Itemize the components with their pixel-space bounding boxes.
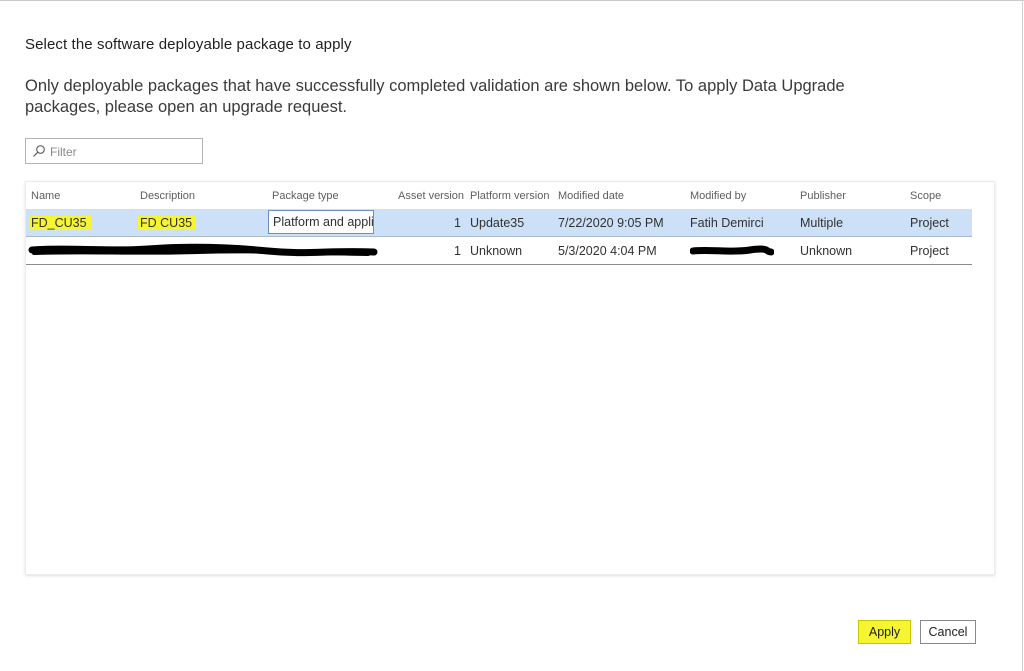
cell-publisher: Multiple (800, 216, 844, 230)
table-row[interactable]: FD_CU35 FD CU35 Platform and appli 1 Upd… (26, 209, 972, 237)
dialog-description: Only deployable packages that have succe… (25, 77, 845, 116)
column-header-asset-version[interactable]: Asset version (398, 190, 464, 202)
column-header-description[interactable]: Description (140, 190, 195, 202)
column-header-publisher[interactable]: Publisher (800, 190, 846, 202)
redaction-mark (28, 243, 378, 257)
cell-modified-by: Fatih Demirci (690, 216, 764, 230)
column-header-package-type[interactable]: Package type (272, 190, 339, 202)
cell-asset-version: 1 (454, 244, 461, 258)
cell-asset-version: 1 (454, 216, 461, 230)
column-header-modified-date[interactable]: Modified date (558, 190, 624, 202)
filter-box[interactable] (25, 138, 203, 164)
redaction-mark (690, 245, 774, 256)
package-type-field[interactable]: Platform and appli (268, 210, 374, 234)
package-grid: Name Description Package type Asset vers… (25, 181, 995, 575)
dialog-title: Select the software deployable package t… (25, 36, 352, 53)
window-right-border (1022, 0, 1023, 671)
column-header-name[interactable]: Name (31, 190, 60, 202)
cancel-button[interactable]: Cancel (920, 620, 976, 644)
grid-header: Name Description Package type Asset vers… (26, 182, 972, 210)
apply-button[interactable]: Apply (858, 620, 911, 644)
cell-description: FD CU35 (138, 216, 197, 230)
column-header-platform-version[interactable]: Platform version (470, 190, 549, 202)
highlighted-description: FD CU35 (138, 216, 197, 230)
cell-platform-version: Update35 (470, 216, 525, 230)
table-row[interactable]: 1 Unknown 5/3/2020 4:04 PM Unknown Proje… (26, 237, 972, 265)
cell-modified-date: 7/22/2020 9:05 PM (558, 216, 664, 230)
column-header-scope[interactable]: Scope (910, 190, 941, 202)
cell-modified-date: 5/3/2020 4:04 PM (558, 244, 657, 258)
column-header-modified-by[interactable]: Modified by (690, 190, 746, 202)
search-icon (33, 145, 45, 157)
cell-publisher: Unknown (800, 244, 853, 258)
window-top-border (0, 0, 1024, 1)
highlighted-name: FD_CU35 (29, 216, 91, 230)
cell-scope: Project (910, 216, 949, 230)
cell-scope: Project (910, 244, 949, 258)
filter-input[interactable] (48, 142, 202, 162)
cell-platform-version: Unknown (470, 244, 523, 258)
cell-name: FD_CU35 (29, 216, 91, 230)
